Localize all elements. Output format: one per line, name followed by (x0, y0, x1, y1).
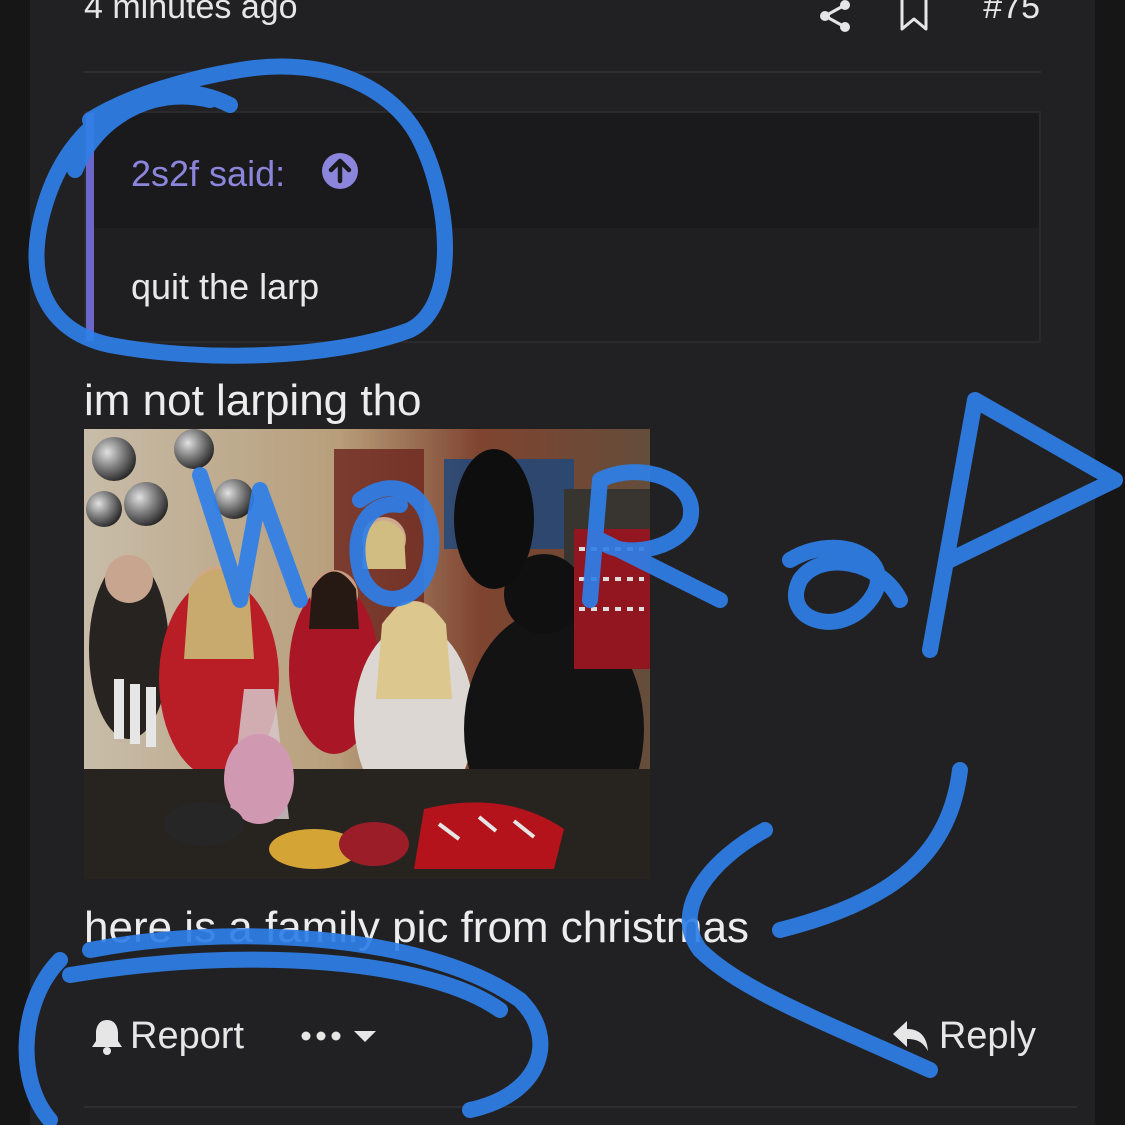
quote-header: 2s2f said: (94, 113, 1039, 228)
quote-body: quit the larp (94, 228, 1039, 341)
post-timestamp[interactable]: 4 minutes ago (84, 0, 298, 27)
quote-text: quit the larp (131, 266, 320, 307)
divider (84, 71, 1041, 73)
post-meta-row: 4 minutes ago #75 (84, 0, 1040, 38)
message-text-line-1: im not larping tho (84, 376, 422, 425)
report-button[interactable]: Report (90, 1011, 244, 1061)
post-number[interactable]: #75 (983, 0, 1040, 27)
message-text-line-2: here is a family pic from christmas (84, 903, 750, 952)
reply-arrow-icon (892, 1021, 928, 1051)
page: 4 minutes ago #75 2s2f said: quit the la… (0, 0, 1125, 1125)
ellipsis-dropdown-icon[interactable] (300, 1019, 380, 1053)
share-icon[interactable] (817, 0, 853, 34)
post-actions-bar: Report Reply (84, 1005, 1040, 1065)
arrow-up-circle-icon[interactable] (320, 151, 360, 191)
reply-label: Reply (938, 1014, 1036, 1057)
bell-icon (92, 1020, 122, 1055)
quote-accent-bar (86, 113, 94, 341)
quote-block: 2s2f said: quit the larp (84, 111, 1041, 343)
report-label: Report (130, 1014, 245, 1057)
divider (84, 1106, 1077, 1108)
quote-author-link[interactable]: 2s2f said: (131, 153, 285, 195)
bookmark-icon[interactable] (899, 0, 929, 32)
attached-photo[interactable] (84, 429, 650, 879)
reply-button[interactable]: Reply (891, 1011, 1036, 1061)
